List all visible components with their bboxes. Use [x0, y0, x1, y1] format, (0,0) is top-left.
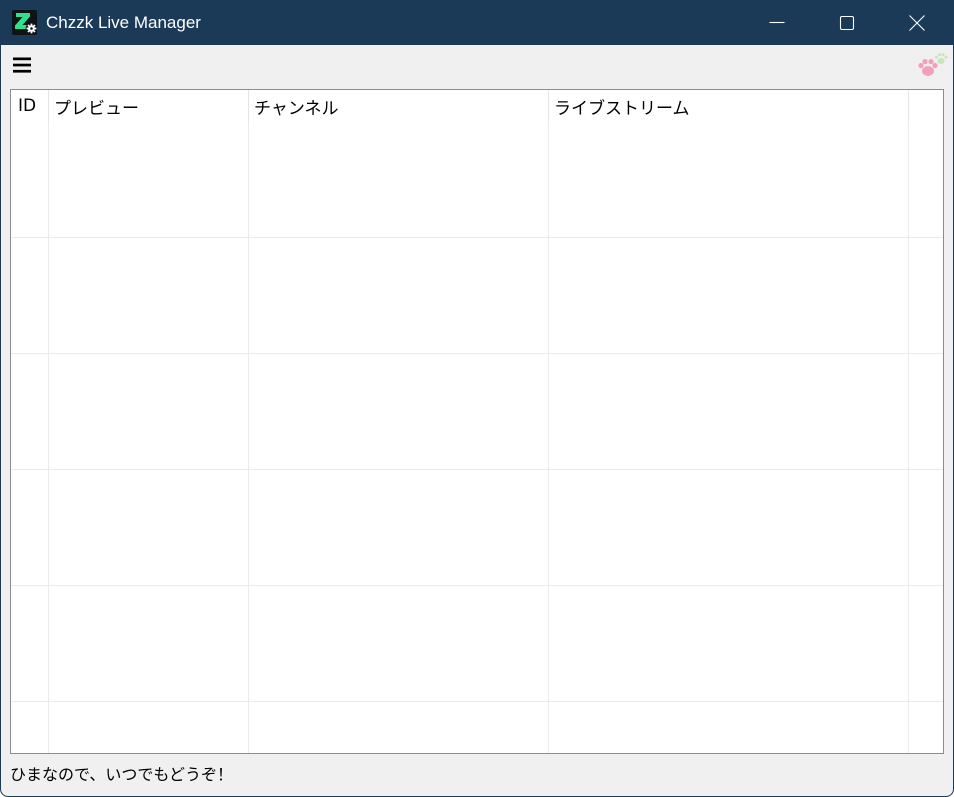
preview-cell[interactable] [49, 470, 249, 585]
column-header-label: ライブストリーム [554, 98, 690, 119]
id-cell[interactable] [11, 470, 49, 585]
id-cell[interactable] [11, 354, 49, 469]
chzzk-app-icon[interactable] [12, 10, 37, 35]
status-text: ひまなので、いつでもどうぞ！ [10, 765, 234, 784]
table-row[interactable] [11, 470, 943, 586]
close-button[interactable] [882, 0, 952, 45]
channel-cell[interactable] [249, 354, 549, 469]
livestream-cell[interactable] [549, 122, 909, 237]
livestream-cell[interactable] [549, 354, 909, 469]
column-header-filler [909, 90, 943, 122]
column-header-channel[interactable]: チャンネル [249, 90, 549, 122]
column-header-preview[interactable]: プレビュー [49, 90, 249, 122]
app-window: Chzzk Live Manager ID プレビュー チャンネル ライブストリ… [0, 0, 954, 797]
toolbar [0, 45, 954, 89]
table-row[interactable] [11, 238, 943, 354]
channel-cell[interactable] [249, 238, 549, 353]
column-header-livestream[interactable]: ライブストリーム [549, 90, 909, 122]
paw-icon [918, 53, 948, 76]
maximize-icon [839, 15, 855, 30]
close-icon [909, 14, 925, 31]
id-cell[interactable] [11, 702, 49, 753]
preview-cell[interactable] [49, 238, 249, 353]
row-filler [909, 238, 943, 353]
grid-body[interactable] [11, 122, 943, 753]
row-filler [909, 354, 943, 469]
preview-cell[interactable] [49, 586, 249, 701]
row-filler [909, 122, 943, 237]
id-cell[interactable] [11, 586, 49, 701]
column-header-id[interactable]: ID [11, 90, 49, 122]
title-bar[interactable]: Chzzk Live Manager [0, 0, 954, 45]
livestream-cell[interactable] [549, 586, 909, 701]
column-header-label: プレビュー [54, 98, 139, 119]
column-header-label: チャンネル [254, 98, 339, 119]
hamburger-menu-icon [13, 57, 31, 73]
channel-cell[interactable] [249, 702, 549, 753]
column-header-label: ID [18, 96, 37, 116]
preview-cell[interactable] [49, 702, 249, 753]
live-stream-grid: ID プレビュー チャンネル ライブストリーム [10, 89, 944, 754]
minimize-icon [769, 21, 785, 23]
row-filler [909, 586, 943, 701]
livestream-cell[interactable] [549, 702, 909, 753]
table-row[interactable] [11, 354, 943, 470]
table-row[interactable] [11, 122, 943, 238]
window-title: Chzzk Live Manager [46, 13, 201, 32]
row-filler [909, 470, 943, 585]
id-cell[interactable] [11, 238, 49, 353]
menu-button[interactable] [8, 52, 36, 78]
livestream-cell[interactable] [549, 470, 909, 585]
table-row[interactable] [11, 702, 943, 753]
id-cell[interactable] [11, 122, 49, 237]
channel-cell[interactable] [249, 586, 549, 701]
livestream-cell[interactable] [549, 238, 909, 353]
channel-cell[interactable] [249, 122, 549, 237]
status-bar: ひまなので、いつでもどうぞ！ [0, 754, 954, 796]
grid-header: ID プレビュー チャンネル ライブストリーム [11, 90, 943, 122]
maximize-button[interactable] [812, 0, 882, 45]
row-filler [909, 702, 943, 753]
minimize-button[interactable] [742, 0, 812, 45]
table-row[interactable] [11, 586, 943, 702]
preview-cell[interactable] [49, 354, 249, 469]
channel-cell[interactable] [249, 470, 549, 585]
preview-cell[interactable] [49, 122, 249, 237]
